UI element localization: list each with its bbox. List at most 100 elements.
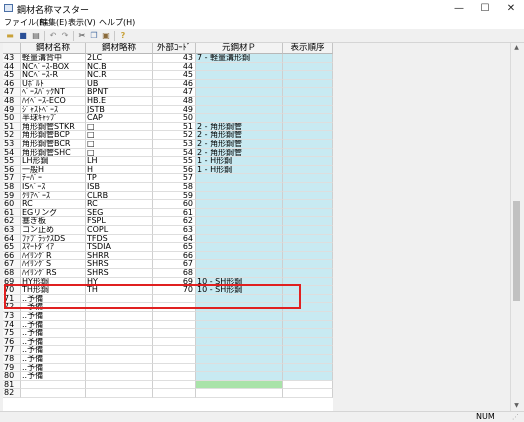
code-cell[interactable]: 59 bbox=[153, 191, 196, 201]
parent-cell[interactable]: 2 - 角形鋼管 bbox=[196, 131, 283, 140]
name-cell[interactable]: LH形鋼 bbox=[21, 157, 86, 166]
row-number[interactable]: 58 bbox=[3, 183, 21, 192]
abbr-cell[interactable]: TH bbox=[86, 286, 153, 295]
parent-cell[interactable] bbox=[196, 269, 283, 278]
name-cell[interactable]: ﾃｰﾊﾟｰ bbox=[21, 174, 86, 183]
cut-icon[interactable]: ✂ bbox=[77, 31, 87, 41]
code-cell[interactable] bbox=[153, 355, 196, 364]
parent-cell[interactable] bbox=[196, 312, 283, 321]
header-code[interactable]: 外部ｺｰﾄﾞ bbox=[153, 43, 196, 54]
abbr-cell[interactable]: FSPL bbox=[86, 217, 153, 226]
abbr-cell[interactable] bbox=[86, 312, 153, 321]
code-cell[interactable]: 50 bbox=[153, 114, 196, 123]
header-abbr[interactable]: 鋼材略称 bbox=[86, 43, 153, 54]
abbr-cell[interactable] bbox=[86, 355, 153, 364]
save-icon[interactable]: ■ bbox=[18, 31, 28, 41]
parent-cell[interactable]: 2 - 角形鋼管 bbox=[196, 140, 283, 149]
code-cell[interactable]: 44 bbox=[153, 62, 196, 72]
code-cell[interactable] bbox=[153, 380, 196, 390]
code-cell[interactable]: 64 bbox=[153, 234, 196, 244]
print-icon[interactable]: ▤ bbox=[31, 31, 41, 41]
order-cell[interactable] bbox=[283, 260, 333, 269]
code-cell[interactable]: 43 bbox=[153, 54, 196, 63]
row-number[interactable]: 66 bbox=[3, 251, 21, 261]
name-cell[interactable]: ﾊｲﾘﾝｸﾞR bbox=[21, 251, 86, 261]
code-cell[interactable]: 69 bbox=[153, 277, 196, 287]
name-cell[interactable]: ｽﾏｰﾄﾀﾞｲｱ bbox=[21, 243, 86, 252]
order-cell[interactable] bbox=[283, 355, 333, 364]
parent-cell[interactable]: 1 - H形鋼 bbox=[196, 165, 283, 175]
abbr-cell[interactable]: SHRR bbox=[86, 251, 153, 261]
parent-cell[interactable] bbox=[196, 174, 283, 183]
row-number[interactable]: 65 bbox=[3, 243, 21, 252]
name-cell[interactable]: 塞ぎ板 bbox=[21, 217, 86, 226]
row-number[interactable]: 57 bbox=[3, 174, 21, 183]
code-cell[interactable] bbox=[153, 329, 196, 338]
name-cell[interactable]: コン止め bbox=[21, 226, 86, 235]
code-cell[interactable]: 58 bbox=[153, 183, 196, 192]
row-number[interactable]: 80 bbox=[3, 372, 21, 381]
parent-cell[interactable]: 2 - 角形鋼管 bbox=[196, 122, 283, 132]
order-cell[interactable] bbox=[283, 303, 333, 312]
parent-cell[interactable] bbox=[196, 191, 283, 201]
abbr-cell[interactable]: 2LC bbox=[86, 54, 153, 63]
name-cell[interactable]: ..予備 bbox=[21, 346, 86, 355]
code-cell[interactable] bbox=[153, 320, 196, 330]
name-cell[interactable]: ..予備 bbox=[21, 372, 86, 381]
name-cell[interactable]: ﾊｲﾘﾝｸﾞS bbox=[21, 260, 86, 269]
abbr-cell[interactable]: □ bbox=[86, 122, 153, 132]
parent-cell[interactable] bbox=[196, 251, 283, 261]
abbr-cell[interactable] bbox=[86, 372, 153, 381]
order-cell[interactable] bbox=[283, 105, 333, 115]
parent-cell[interactable] bbox=[196, 320, 283, 330]
code-cell[interactable]: 65 bbox=[153, 243, 196, 252]
name-cell[interactable]: TH形鋼 bbox=[21, 286, 86, 295]
parent-cell[interactable] bbox=[196, 79, 283, 89]
name-cell[interactable]: ..予備 bbox=[21, 294, 86, 304]
order-cell[interactable] bbox=[283, 54, 333, 63]
code-cell[interactable]: 48 bbox=[153, 97, 196, 106]
abbr-cell[interactable] bbox=[86, 389, 153, 398]
code-cell[interactable]: 67 bbox=[153, 260, 196, 269]
parent-cell[interactable] bbox=[196, 303, 283, 312]
abbr-cell[interactable]: SHRS bbox=[86, 260, 153, 269]
name-cell[interactable]: 半球ｷｬｯﾌﾟ bbox=[21, 114, 86, 123]
name-cell[interactable]: ｸﾘｱﾍﾞｰｽ bbox=[21, 191, 86, 201]
abbr-cell[interactable] bbox=[86, 380, 153, 390]
name-cell[interactable]: 軽量溝背中 bbox=[21, 54, 86, 63]
parent-cell[interactable] bbox=[196, 294, 283, 304]
abbr-cell[interactable] bbox=[86, 363, 153, 373]
row-number[interactable]: 53 bbox=[3, 140, 21, 149]
parent-cell[interactable] bbox=[196, 97, 283, 106]
parent-cell[interactable] bbox=[196, 200, 283, 209]
code-cell[interactable]: 53 bbox=[153, 140, 196, 149]
parent-cell[interactable] bbox=[196, 217, 283, 226]
code-cell[interactable]: 68 bbox=[153, 269, 196, 278]
parent-cell[interactable] bbox=[196, 355, 283, 364]
name-cell[interactable]: ..予備 bbox=[21, 320, 86, 330]
abbr-cell[interactable]: SHRS bbox=[86, 269, 153, 278]
name-cell[interactable]: Uﾎﾞﾙﾄ bbox=[21, 79, 86, 89]
code-cell[interactable]: 52 bbox=[153, 131, 196, 140]
abbr-cell[interactable]: COPL bbox=[86, 226, 153, 235]
minimize-button[interactable]: — bbox=[446, 0, 472, 17]
row-number[interactable]: 78 bbox=[3, 355, 21, 364]
row-number-header[interactable] bbox=[3, 43, 21, 54]
row-number[interactable]: 77 bbox=[3, 346, 21, 355]
order-cell[interactable] bbox=[283, 131, 333, 140]
code-cell[interactable]: 70 bbox=[153, 286, 196, 295]
order-cell[interactable] bbox=[283, 389, 333, 398]
parent-cell[interactable] bbox=[196, 346, 283, 355]
row-number[interactable]: 82 bbox=[3, 389, 21, 398]
order-cell[interactable] bbox=[283, 114, 333, 123]
abbr-cell[interactable]: □ bbox=[86, 140, 153, 149]
menu-view[interactable]: 表示(V) bbox=[68, 17, 96, 29]
name-cell[interactable]: ..予備 bbox=[21, 329, 86, 338]
row-number[interactable]: 44 bbox=[3, 62, 21, 72]
row-number[interactable]: 75 bbox=[3, 329, 21, 338]
name-cell[interactable]: ﾊｲﾍﾞｰｽ-ECO bbox=[21, 97, 86, 106]
abbr-cell[interactable]: LH bbox=[86, 157, 153, 166]
row-number[interactable]: 47 bbox=[3, 88, 21, 97]
row-number[interactable]: 59 bbox=[3, 191, 21, 201]
abbr-cell[interactable]: □ bbox=[86, 148, 153, 158]
